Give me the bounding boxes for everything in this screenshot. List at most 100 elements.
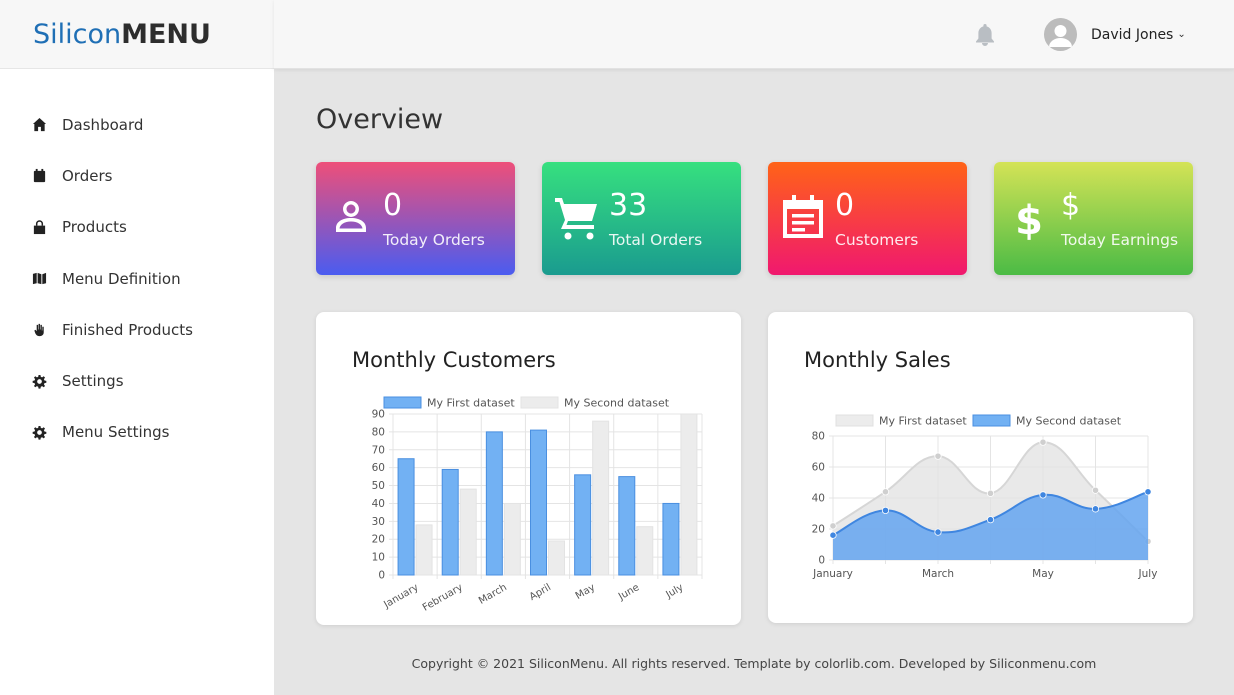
sidebar-item-products[interactable]: Products xyxy=(0,202,274,253)
sidebar-item-menu-settings[interactable]: Menu Settings xyxy=(0,407,274,458)
legend-swatch xyxy=(520,396,559,409)
bar xyxy=(503,502,521,576)
data-point xyxy=(829,531,837,539)
sidebar-item-label: Orders xyxy=(62,166,113,185)
home-icon xyxy=(32,117,62,132)
bar xyxy=(662,502,680,576)
x-tick-label: January xyxy=(812,568,853,580)
bar xyxy=(592,420,610,576)
stat-value: $ xyxy=(1061,188,1081,223)
stat-label: Total Orders xyxy=(609,231,703,249)
data-point xyxy=(881,488,890,496)
legend-label: My First dataset xyxy=(427,397,515,410)
x-tick-label: January xyxy=(381,582,420,611)
x-tick-label: April xyxy=(528,582,553,603)
user-icon xyxy=(328,192,374,242)
monthly-customers-chart: 0 10 20 30 40 50 60 70 80 90 January February March A… xyxy=(372,396,703,614)
stat-card-today-earnings[interactable]: $ $ Today Earnings xyxy=(994,162,1193,275)
legend-swatch xyxy=(835,414,874,427)
footer: Copyright © 2021 SiliconMenu. All rights… xyxy=(411,656,1097,671)
x-tick-label: March xyxy=(477,582,509,607)
y-tick-label: 20 xyxy=(812,524,825,536)
bell-icon[interactable] xyxy=(974,23,996,47)
legend-label: My Second dataset xyxy=(564,397,670,410)
cart-icon xyxy=(554,192,600,242)
stat-label: Customers xyxy=(835,231,919,249)
y-tick-label: 0 xyxy=(818,555,825,567)
y-tick-label: 70 xyxy=(372,444,385,456)
sidebar-item-finished-products[interactable]: Finished Products xyxy=(0,304,274,355)
stat-label: Today Earnings xyxy=(1061,231,1179,249)
data-point xyxy=(986,489,995,497)
stat-card-total-orders[interactable]: 33 Total Orders xyxy=(542,162,741,275)
monthly-customers-panel: Monthly Customers 0 10 20 30 40 50 60 70 80 90 Jan… xyxy=(316,312,741,625)
legend-swatch xyxy=(972,414,1011,427)
x-tick-label: July xyxy=(1138,568,1158,580)
data-point xyxy=(986,516,995,524)
monthly-sales-panel: Monthly Sales 0 20 40 60 80 January March May Ju… xyxy=(768,312,1193,623)
stat-card-customers[interactable]: 0 Customers xyxy=(768,162,967,275)
stat-card-today-orders[interactable]: 0 Today Orders xyxy=(316,162,515,275)
calendar-list-icon xyxy=(780,192,826,242)
stat-value: 0 xyxy=(835,188,855,223)
brand-part1: Silicon xyxy=(33,18,122,50)
user-name: David Jones xyxy=(1091,26,1174,43)
sidebar-item-label: Products xyxy=(62,218,127,237)
y-tick-label: 30 xyxy=(372,516,385,528)
y-tick-label: 40 xyxy=(372,498,385,510)
bar xyxy=(636,526,654,576)
data-point xyxy=(1091,505,1100,513)
brand-logo[interactable]: Silicon MENU xyxy=(0,0,274,69)
brand-part2: MENU xyxy=(121,18,211,50)
map-icon xyxy=(32,271,62,286)
data-point xyxy=(881,506,890,514)
bar xyxy=(618,476,636,576)
data-point xyxy=(1144,488,1152,496)
sidebar-item-label: Dashboard xyxy=(62,115,144,134)
sidebar-item-label: Finished Products xyxy=(62,320,193,339)
sidebar-nav: Dashboard Orders Products Menu Definitio… xyxy=(0,99,274,458)
data-point xyxy=(1039,491,1047,499)
data-point xyxy=(934,528,942,536)
y-tick-label: 80 xyxy=(812,431,825,443)
bar xyxy=(485,431,503,576)
calendar-icon xyxy=(32,168,62,183)
y-tick-label: 40 xyxy=(812,493,825,505)
y-tick-label: 10 xyxy=(372,552,385,564)
sidebar-item-label: Menu Settings xyxy=(62,423,170,442)
bar xyxy=(397,458,415,576)
data-point xyxy=(829,522,837,530)
legend-label: My First dataset xyxy=(879,415,967,428)
data-point xyxy=(1039,438,1047,446)
gear-icon xyxy=(32,374,62,389)
y-tick-label: 60 xyxy=(372,462,385,474)
x-tick-label: May xyxy=(1032,568,1054,580)
x-tick-label: July xyxy=(663,582,685,601)
shopping-bag-icon xyxy=(32,219,62,235)
monthly-sales-chart: 0 20 40 60 80 January March May July My First dat… xyxy=(812,414,1158,580)
sidebar-item-dashboard[interactable]: Dashboard xyxy=(0,99,274,150)
x-tick-label: June xyxy=(616,582,641,603)
sidebar-item-orders[interactable]: Orders xyxy=(0,150,274,201)
sidebar-item-menu-definition[interactable]: Menu Definition xyxy=(0,253,274,304)
bar xyxy=(680,413,698,576)
user-menu[interactable]: David Jones ⌄ xyxy=(1044,18,1186,51)
gear-icon xyxy=(32,425,62,440)
legend-label: My Second dataset xyxy=(1016,415,1122,428)
stat-value: 0 xyxy=(383,188,403,223)
sidebar-item-settings[interactable]: Settings xyxy=(0,355,274,406)
legend-swatch xyxy=(383,396,422,409)
y-tick-label: 80 xyxy=(372,426,385,438)
sidebar: Silicon MENU Dashboard Orders Products Me… xyxy=(0,0,274,695)
data-point xyxy=(1091,486,1100,494)
sidebar-item-label: Settings xyxy=(62,372,124,391)
hand-icon xyxy=(32,322,62,337)
y-tick-label: 90 xyxy=(372,409,385,421)
x-tick-label: May xyxy=(574,582,597,602)
sidebar-item-label: Menu Definition xyxy=(62,269,181,288)
bar xyxy=(441,468,459,576)
chevron-down-icon: ⌄ xyxy=(1177,29,1186,40)
y-tick-label: 50 xyxy=(372,480,385,492)
bar xyxy=(548,540,565,576)
dollar-icon: $ xyxy=(1006,192,1052,244)
